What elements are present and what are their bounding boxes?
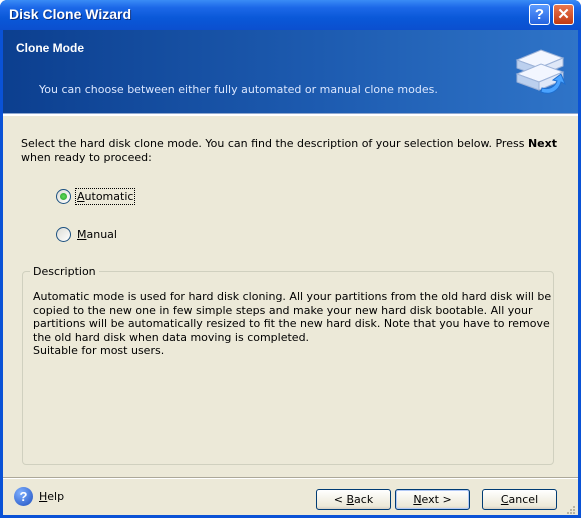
- radio-manual[interactable]: Manual: [56, 227, 117, 242]
- resize-grip-icon[interactable]: [566, 505, 576, 515]
- disk-clone-icon: [515, 49, 566, 94]
- help-icon: ?: [14, 487, 33, 506]
- question-icon: ?: [534, 6, 545, 23]
- mnemonic-a: A: [77, 190, 85, 203]
- titlebar-help-button[interactable]: ?: [529, 4, 550, 25]
- radio-automatic[interactable]: Automatic: [56, 188, 136, 205]
- radio-label-automatic: Automatic: [74, 188, 136, 205]
- instructions-part-1: Select the hard disk clone mode. You can…: [21, 137, 528, 150]
- close-icon: ✕: [557, 6, 570, 23]
- instructions-part-2: when ready to proceed:: [21, 151, 152, 164]
- help-label: Help: [39, 490, 64, 503]
- radio-selected-dot: [60, 193, 67, 200]
- instructions-text: Select the hard disk clone mode. You can…: [21, 137, 561, 165]
- close-button[interactable]: ✕: [553, 4, 574, 25]
- mnemonic-m: M: [77, 228, 87, 241]
- cancel-label-rest: ancel: [508, 493, 539, 506]
- header-banner: Clone Mode You can choose between either…: [3, 30, 578, 113]
- description-line: Suitable for most users.: [33, 344, 165, 358]
- window-title: Disk Clone Wizard: [9, 6, 132, 22]
- back-label-rest: ack: [354, 493, 374, 506]
- radio-button-manual[interactable]: [56, 227, 71, 242]
- cancel-button[interactable]: Cancel: [482, 489, 557, 510]
- back-button[interactable]: < Back: [316, 489, 391, 510]
- description-text: Automatic mode is used for hard disk clo…: [33, 290, 555, 358]
- description-legend: Description: [30, 265, 99, 278]
- radio-button-automatic[interactable]: [56, 189, 71, 204]
- title-bar[interactable]: Disk Clone Wizard ? ✕: [0, 0, 581, 30]
- description-line: the old hard disk when data moving is co…: [33, 330, 310, 344]
- description-line: copied to the new one in few simple step…: [33, 303, 533, 317]
- mnemonic-c: C: [500, 493, 509, 506]
- back-arrow: <: [333, 493, 347, 506]
- help-label-rest: elp: [47, 490, 65, 503]
- mnemonic-n: N: [413, 493, 422, 506]
- banner-divider: [3, 113, 578, 116]
- label-rest-automatic: utomatic: [84, 190, 134, 203]
- next-button[interactable]: Next >: [395, 489, 470, 510]
- step-title: Clone Mode: [16, 41, 84, 55]
- help-link[interactable]: ? Help: [14, 487, 64, 506]
- description-line: partitions will be automatically resized…: [33, 317, 550, 331]
- footer-separator: [3, 477, 578, 479]
- next-label-rest: ext >: [421, 493, 452, 506]
- description-line: Automatic mode is used for hard disk clo…: [33, 290, 552, 303]
- radio-label-manual: Manual: [77, 228, 117, 241]
- mnemonic-b: B: [346, 493, 355, 506]
- instructions-next-word: Next: [527, 137, 557, 150]
- step-subtitle: You can choose between either fully auto…: [39, 83, 438, 96]
- label-rest-manual: anual: [86, 228, 117, 241]
- wizard-window: Disk Clone Wizard ? ✕ Clone Mode You can…: [0, 0, 581, 518]
